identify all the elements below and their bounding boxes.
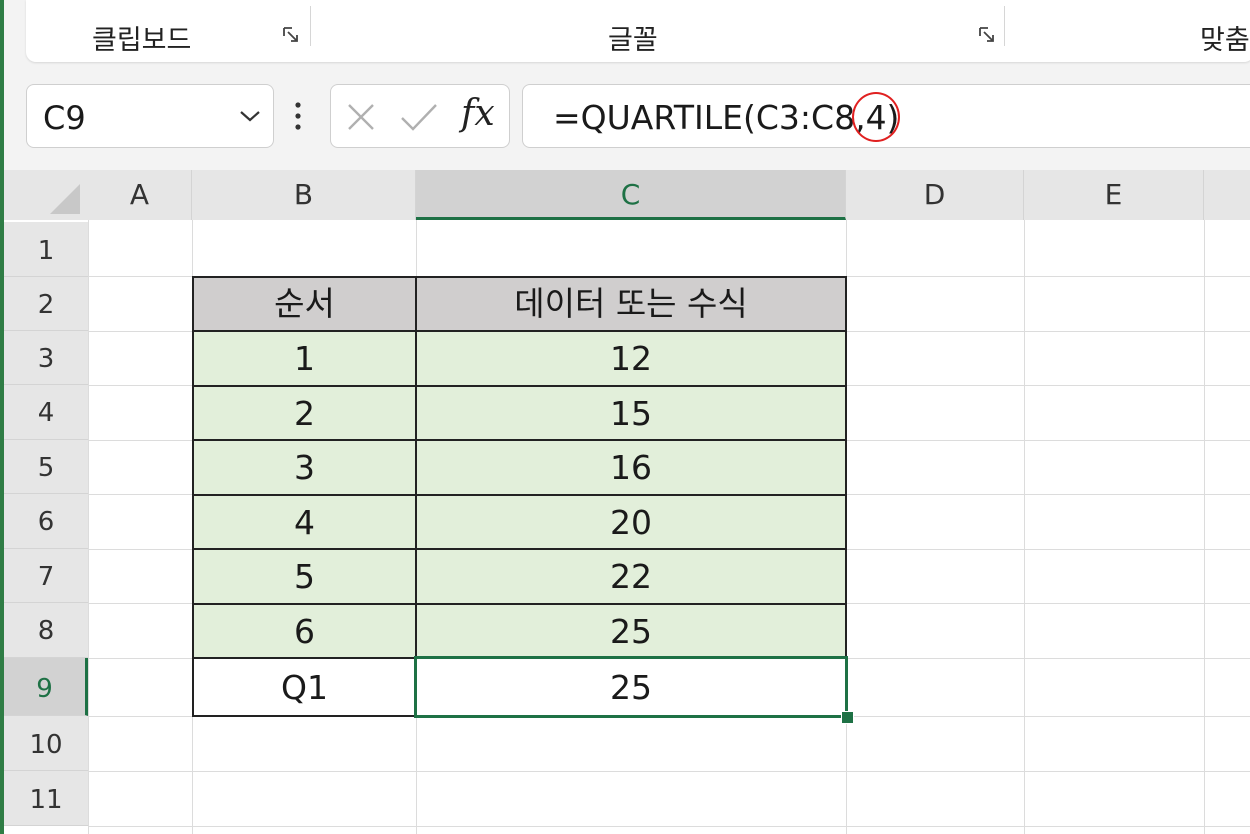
row-header-9[interactable]: 9 xyxy=(4,658,88,716)
cell-b4[interactable]: 2 xyxy=(193,385,416,440)
gridline xyxy=(1204,220,1205,834)
table-border xyxy=(192,715,416,717)
row-header-5[interactable]: 5 xyxy=(4,440,88,494)
row-header-11[interactable]: 11 xyxy=(4,771,88,826)
table-border xyxy=(415,276,417,717)
cell-b5[interactable]: 3 xyxy=(193,440,416,494)
window-accent-edge xyxy=(0,0,4,834)
table-border xyxy=(192,439,847,441)
ribbon-group-alignment-label: 맞춤 xyxy=(1200,25,1250,56)
cell-b7[interactable]: 5 xyxy=(193,549,416,603)
cancel-icon[interactable] xyxy=(345,101,377,133)
table-border xyxy=(192,330,847,332)
ribbon-separator xyxy=(310,6,311,46)
ribbon-separator xyxy=(1004,6,1005,46)
gridline xyxy=(88,771,1250,772)
row-header-7[interactable]: 7 xyxy=(4,549,88,603)
cell-c8[interactable]: 25 xyxy=(416,603,846,658)
table-border xyxy=(192,385,847,387)
table-border xyxy=(192,548,847,550)
row-header-2[interactable]: 2 xyxy=(4,277,88,331)
cell-c7[interactable]: 22 xyxy=(416,549,846,603)
annotation-circle xyxy=(852,92,900,142)
cell-b3[interactable]: 1 xyxy=(193,331,416,385)
ribbon-group-font-label: 글꼴 xyxy=(608,25,658,56)
fill-handle[interactable] xyxy=(841,711,854,724)
row-header-8[interactable]: 8 xyxy=(4,603,88,658)
gridline xyxy=(88,220,89,834)
chevron-down-icon[interactable] xyxy=(239,109,261,123)
table-border xyxy=(192,276,847,278)
select-all-triangle-icon xyxy=(50,184,80,214)
row-header-1[interactable]: 1 xyxy=(4,222,88,277)
cell-b2[interactable]: 순서 xyxy=(193,277,416,331)
cell-c4[interactable]: 15 xyxy=(416,385,846,440)
table-border xyxy=(192,276,194,717)
cell-c5[interactable]: 16 xyxy=(416,440,846,494)
row-header-10[interactable]: 10 xyxy=(4,716,88,771)
cell-b6[interactable]: 4 xyxy=(193,494,416,549)
formula-text: =QUARTILE(C3:C8,4) xyxy=(553,98,900,137)
name-box[interactable]: C9 xyxy=(26,84,274,148)
select-all-corner[interactable] xyxy=(4,170,88,220)
column-header-d[interactable]: D xyxy=(846,170,1024,220)
gridline xyxy=(88,826,1250,827)
cell-b8[interactable]: 6 xyxy=(193,603,416,658)
column-header-partial[interactable] xyxy=(1204,170,1250,220)
column-header-a[interactable]: A xyxy=(88,170,192,220)
clipboard-dialog-launcher-icon[interactable] xyxy=(282,26,300,44)
table-border xyxy=(192,494,847,496)
name-box-value: C9 xyxy=(43,99,86,137)
row-header-4[interactable]: 4 xyxy=(4,385,88,440)
insert-function-icon[interactable]: fx xyxy=(461,93,495,134)
formula-actions: fx xyxy=(330,84,510,148)
more-options-icon[interactable] xyxy=(294,100,302,132)
table-border xyxy=(845,276,847,658)
ribbon-group-clipboard-label: 클립보드 xyxy=(92,25,192,56)
column-header-e[interactable]: E xyxy=(1024,170,1204,220)
gridline xyxy=(1024,220,1025,834)
cell-c3[interactable]: 12 xyxy=(416,331,846,385)
row-header-6[interactable]: 6 xyxy=(4,494,88,549)
column-header-b[interactable]: B xyxy=(192,170,416,220)
column-header-c[interactable]: C xyxy=(416,170,846,220)
cell-b9[interactable]: Q1 xyxy=(193,658,416,716)
row-header-3[interactable]: 3 xyxy=(4,331,88,385)
cell-c2[interactable]: 데이터 또는 수식 xyxy=(416,277,846,331)
table-border xyxy=(192,603,847,605)
active-cell-selection xyxy=(414,656,848,718)
font-dialog-launcher-icon[interactable] xyxy=(978,26,996,44)
cell-c6[interactable]: 20 xyxy=(416,494,846,549)
enter-check-icon[interactable] xyxy=(399,101,439,133)
